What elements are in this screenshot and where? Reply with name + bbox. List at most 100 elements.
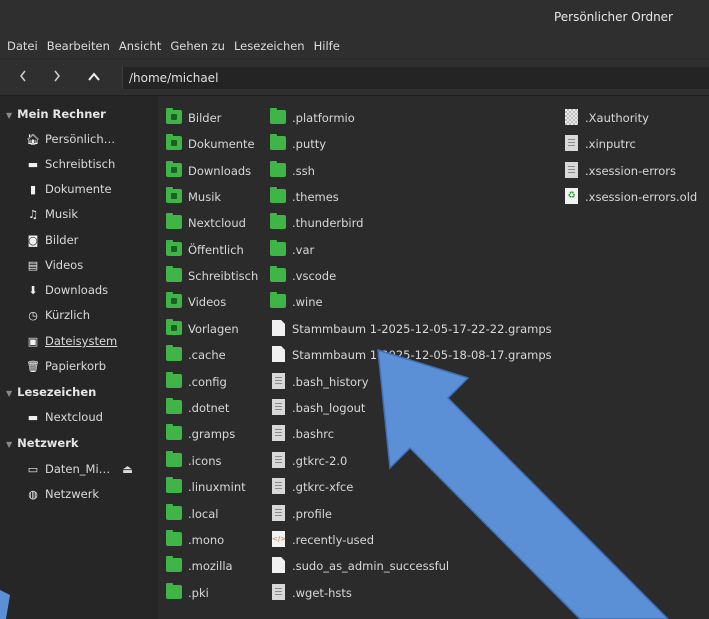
folder-icon: [166, 424, 182, 440]
text-file-icon: [272, 584, 285, 600]
binary-file-icon: [565, 109, 578, 125]
folder-icon: ▬: [27, 411, 39, 424]
sidebar: ▼ Mein Rechner 🏠︎ Persönlich… ▬ Schreibtisc…: [0, 96, 158, 619]
sidebar-header-label: Lesezeichen: [17, 385, 97, 399]
document-file-icon: [272, 346, 285, 362]
folder-icon: [270, 266, 286, 282]
sidebar-item-label: Nextcloud: [45, 410, 103, 424]
drive-icon: ▣: [27, 335, 39, 348]
folder-pictures-icon: [166, 108, 182, 124]
desktop-icon: ▬: [27, 158, 39, 171]
menu-datei[interactable]: Datei: [7, 39, 38, 53]
text-file-icon: [272, 425, 285, 441]
document-icon: ▮: [29, 183, 37, 196]
folder-icon: [166, 477, 182, 493]
back-button[interactable]: [12, 68, 34, 88]
sidebar-item-kuerzlich[interactable]: ◷ Kürzlich: [26, 305, 90, 325]
sidebar-item-label: Kürzlich: [45, 308, 91, 322]
folder-videos-icon: [166, 292, 182, 308]
folder-templates-icon: [166, 319, 182, 335]
folder-public-share-icon: [166, 240, 182, 256]
folder-icon: [270, 292, 286, 308]
sidebar-item-label: Persönlich…: [45, 132, 116, 146]
folder-icon: [166, 372, 182, 388]
menu-lesezeichen[interactable]: Lesezeichen: [234, 39, 305, 53]
text-file-icon: [272, 452, 285, 468]
sidebar-header-mein-rechner[interactable]: ▼ Mein Rechner: [6, 104, 106, 124]
sidebar-item-persoenlich[interactable]: 🏠︎ Persönlich…: [26, 129, 115, 149]
menu-bearbeiten[interactable]: Bearbeiten: [47, 39, 110, 53]
sidebar-item-label: Netzwerk: [45, 487, 100, 501]
window-title: Persönlicher Ordner: [553, 10, 673, 24]
location-bar[interactable]: /home/michael: [122, 67, 709, 89]
file-view: Bilder Dokumente Downloads Musik Nextclo…: [158, 96, 709, 619]
sidebar-header-label: Mein Rechner: [17, 107, 106, 121]
text-file-icon: [272, 478, 285, 494]
sidebar-item-dokumente[interactable]: ▮ Dokumente: [26, 179, 112, 199]
text-file-icon: [565, 162, 578, 178]
sidebar-item-label: Bilder: [45, 233, 79, 247]
sidebar-item-nextcloud[interactable]: ▬ Nextcloud: [26, 407, 103, 427]
folder-icon: [270, 213, 286, 229]
sidebar-header-label: Netzwerk: [17, 436, 79, 450]
document-file-icon: [272, 557, 285, 573]
folder-icon: [166, 451, 182, 467]
sidebar-item-papierkorb[interactable]: 🗑︎ Papierkorb: [26, 356, 106, 376]
sidebar-header-lesezeichen[interactable]: ▼ Lesezeichen: [6, 382, 96, 402]
sidebar-item-musik[interactable]: ♫ Musik: [26, 204, 78, 224]
chevron-up-icon: [88, 72, 100, 81]
folder-icon: [166, 583, 182, 599]
title-bar[interactable]: Persönlicher Ordner: [0, 0, 709, 34]
folder-desktop-icon: [166, 266, 182, 282]
sidebar-item-label: Videos: [45, 258, 84, 272]
camera-icon: ◙: [27, 234, 39, 247]
folder-icon: [166, 556, 182, 572]
forward-button[interactable]: [46, 68, 68, 88]
folder-icon: [166, 213, 182, 229]
music-icon: ♫: [28, 208, 38, 221]
sidebar-item-daten-mi[interactable]: ▭ Daten_Mi… ⏏: [26, 459, 133, 479]
folder-icon: [270, 161, 286, 177]
sidebar-item-videos[interactable]: ▤ Videos: [26, 255, 83, 275]
text-file-icon: [565, 135, 578, 151]
toolbar: /home/michael: [0, 60, 709, 96]
sidebar-item-label: Papierkorb: [45, 359, 107, 373]
sidebar-item-label: Downloads: [45, 283, 109, 297]
sidebar-item-downloads[interactable]: ⬇ Downloads: [26, 280, 108, 300]
folder-icon: [166, 504, 182, 520]
folder-music-icon: [166, 187, 182, 203]
collapse-triangle-icon: ▼: [6, 111, 13, 120]
file-manager-window: Persönlicher Ordner Datei Bearbeiten Ans…: [0, 0, 709, 619]
menu-hilfe[interactable]: Hilfe: [314, 39, 340, 53]
collapse-triangle-icon: ▼: [6, 389, 13, 398]
folder-icon: [166, 398, 182, 414]
menu-ansicht[interactable]: Ansicht: [119, 39, 161, 53]
film-icon: ▤: [27, 259, 39, 272]
folder-icon: [270, 187, 286, 203]
xml-file-icon: </>: [272, 531, 286, 547]
folder-download-icon: [166, 161, 182, 177]
backup-file-icon: ♻: [565, 188, 578, 204]
sidebar-item-netzwerk[interactable]: ◍ Netzwerk: [26, 484, 99, 504]
up-button[interactable]: [83, 68, 105, 88]
folder-icon: [270, 240, 286, 256]
chevron-left-icon: [20, 70, 26, 82]
sidebar-item-bilder[interactable]: ◙ Bilder: [26, 230, 79, 250]
text-file-icon: [272, 373, 285, 389]
home-icon: 🏠︎: [26, 133, 40, 146]
sidebar-header-netzwerk[interactable]: ▼ Netzwerk: [6, 433, 79, 453]
clock-icon: ◷: [28, 309, 38, 322]
collapse-triangle-icon: ▼: [6, 440, 13, 449]
chevron-right-icon: [54, 70, 60, 82]
text-file-icon: [272, 399, 285, 415]
menu-gehen-zu[interactable]: Gehen zu: [170, 39, 225, 53]
sidebar-item-dateisystem[interactable]: ▣ Dateisystem: [26, 331, 117, 351]
network-drive-icon: ▭: [27, 463, 39, 476]
folder-icon: [166, 530, 182, 546]
folder-documents-icon: [166, 134, 182, 150]
eject-icon[interactable]: ⏏: [122, 462, 133, 476]
menu-bar: Datei Bearbeiten Ansicht Gehen zu Leseze…: [0, 34, 709, 58]
sidebar-item-label: Musik: [45, 207, 79, 221]
globe-icon: ◍: [28, 488, 38, 501]
sidebar-item-schreibtisch[interactable]: ▬ Schreibtisch: [26, 154, 115, 174]
